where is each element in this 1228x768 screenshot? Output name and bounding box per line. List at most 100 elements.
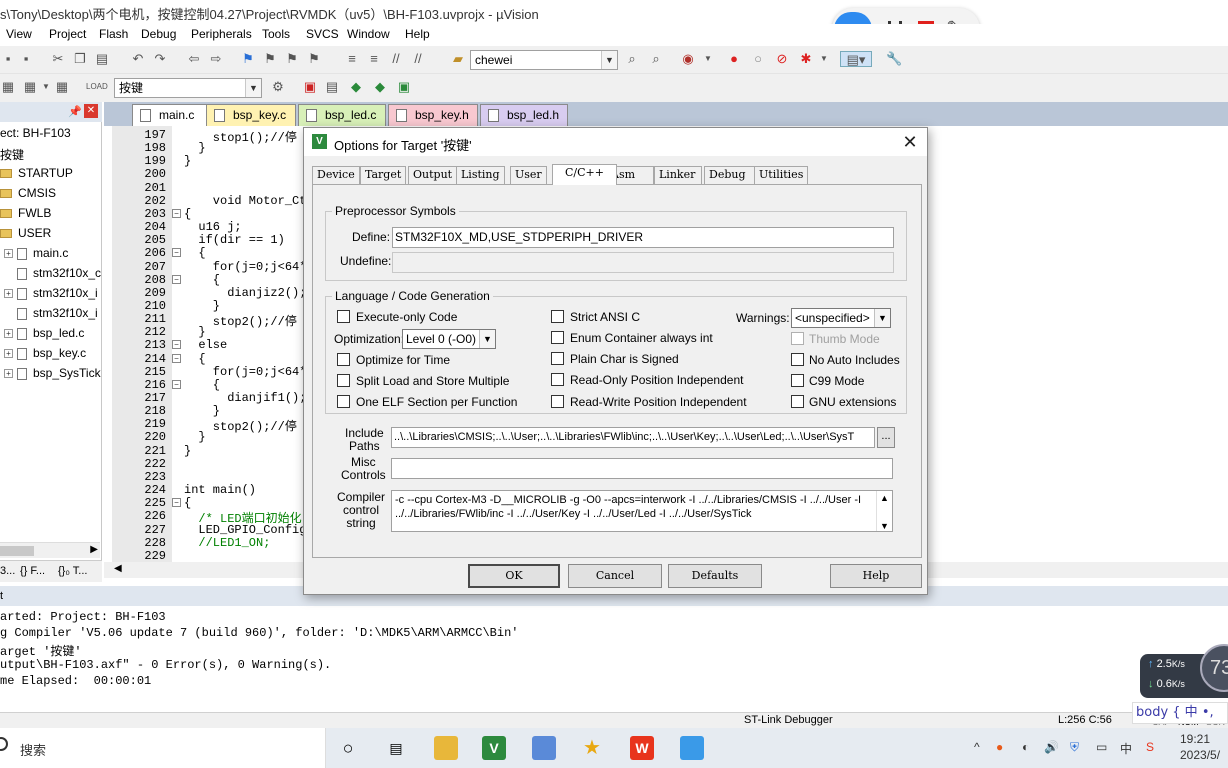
group-cmsis[interactable]: CMSIS: [0, 186, 56, 200]
prev-bookmark-icon[interactable]: ⚑: [262, 51, 278, 67]
build-icon[interactable]: ▦: [22, 79, 38, 95]
copy-icon[interactable]: ❐: [72, 51, 88, 67]
rebuild-icon[interactable]: ▦: [54, 79, 70, 95]
find-in-files-icon[interactable]: ▰: [450, 51, 466, 67]
tab-utilities[interactable]: Utilities: [754, 166, 809, 184]
optimization-select[interactable]: Level 0 (-O0) ▼: [402, 329, 496, 349]
execute-only-checkbox[interactable]: [337, 310, 350, 323]
app-icon[interactable]: [532, 736, 556, 760]
find-combo[interactable]: chewei ▼: [470, 50, 618, 70]
file-explorer-icon[interactable]: [434, 736, 458, 760]
volume-icon[interactable]: 🔊: [1044, 740, 1059, 754]
chevron-down-icon[interactable]: ▼: [245, 79, 261, 97]
browse-include-button[interactable]: ...: [877, 427, 895, 448]
tab-user[interactable]: User: [510, 166, 547, 184]
warnings-select[interactable]: <unspecified> ▼: [791, 308, 891, 328]
chevron-down-icon[interactable]: ▼: [700, 51, 716, 67]
debug-session-icon[interactable]: ◉: [680, 51, 696, 67]
pack-installer-icon[interactable]: ◆: [348, 79, 364, 95]
group-startup[interactable]: STARTUP: [0, 166, 73, 180]
menu-flash[interactable]: Flash: [99, 27, 128, 41]
close-icon[interactable]: ✕: [84, 104, 98, 118]
compiler-control-string[interactable]: -c --cpu Cortex-M3 -D__MICROLIB -g -O0 -…: [391, 490, 893, 532]
help-button[interactable]: Help: [830, 564, 922, 588]
qq-icon[interactable]: ◐: [1022, 740, 1029, 754]
back-icon[interactable]: ⇦: [186, 51, 202, 67]
target-node[interactable]: 按键: [0, 146, 24, 163]
project-hscrollbar[interactable]: ▶: [0, 542, 100, 558]
forward-icon[interactable]: ⇨: [208, 51, 224, 67]
one-elf-checkbox[interactable]: [337, 395, 350, 408]
input-method-icon[interactable]: S: [1146, 740, 1154, 754]
save-icon[interactable]: ▪: [0, 51, 16, 67]
menu-window[interactable]: Window: [347, 27, 390, 41]
include-paths-input[interactable]: ..\..\Libraries\CMSIS;..\..\User;..\..\L…: [391, 427, 875, 448]
chevron-up-icon[interactable]: ^: [974, 740, 980, 754]
unindent-icon[interactable]: ≡: [366, 51, 382, 67]
widgets-icon[interactable]: ▤: [384, 736, 408, 760]
task-view-icon[interactable]: ○: [336, 736, 360, 760]
strict-ansi-checkbox[interactable]: [551, 310, 564, 323]
wps-icon[interactable]: W: [630, 736, 654, 760]
file-main-c[interactable]: + main.c: [4, 246, 68, 260]
menu-peripherals[interactable]: Peripherals: [191, 27, 252, 41]
fold-icon[interactable]: −: [172, 379, 181, 389]
clock[interactable]: 19:21 2023/5/: [1180, 731, 1220, 763]
file-bsp-key-c[interactable]: + bsp_key.c: [4, 346, 86, 360]
fold-icon[interactable]: −: [172, 353, 181, 363]
comment-icon[interactable]: //: [388, 51, 404, 67]
project-root[interactable]: ect: BH-F103: [0, 126, 71, 140]
next-bookmark-icon[interactable]: ⚑: [284, 51, 300, 67]
fold-icon[interactable]: −: [172, 208, 181, 218]
close-icon[interactable]: ✕: [899, 131, 921, 153]
scroll-thumb[interactable]: [0, 546, 34, 556]
expand-icon[interactable]: +: [4, 329, 13, 339]
select-packs-icon[interactable]: ◆: [372, 79, 388, 95]
gnu-ext-checkbox[interactable]: [791, 395, 804, 408]
bookmark-icon[interactable]: ⚑: [240, 51, 256, 67]
scroll-right-icon[interactable]: ▶: [90, 544, 98, 555]
uncomment-icon[interactable]: //: [410, 51, 426, 67]
load-icon[interactable]: LOAD: [86, 79, 108, 95]
chevron-up-icon[interactable]: ▲: [880, 493, 889, 503]
target-combo[interactable]: 按键 ▼: [114, 78, 262, 98]
keil-uvision-icon[interactable]: V: [482, 736, 506, 760]
tray-app-icon[interactable]: ●: [996, 740, 1003, 754]
undo-icon[interactable]: ↶: [130, 51, 146, 67]
optimize-time-checkbox[interactable]: [337, 353, 350, 366]
tab-target[interactable]: Target: [360, 166, 407, 184]
cut-icon[interactable]: ✂: [50, 51, 66, 67]
file-stm32f10x-c[interactable]: stm32f10x_c: [17, 266, 101, 280]
disable-breakpoint-icon[interactable]: ○: [750, 51, 766, 67]
expand-icon[interactable]: +: [4, 349, 13, 359]
breakpoint-icon[interactable]: ●: [726, 51, 742, 67]
tab-bsp-key-c[interactable]: bsp_key.c: [206, 104, 296, 126]
clear-bookmarks-icon[interactable]: ⚑: [306, 51, 322, 67]
expand-icon[interactable]: +: [4, 289, 13, 299]
fold-icon[interactable]: −: [172, 340, 181, 350]
star-app-icon[interactable]: ★: [580, 736, 604, 760]
file-stm32f10x-i[interactable]: + stm32f10x_i: [4, 286, 98, 300]
find-icon[interactable]: ⌕: [624, 51, 640, 67]
ime-indicator[interactable]: 中: [1120, 740, 1132, 757]
tab-bsp-led-h[interactable]: bsp_led.h: [480, 104, 568, 126]
configure-icon[interactable]: 🔧: [886, 51, 902, 67]
enum-container-checkbox[interactable]: [551, 331, 564, 344]
expand-icon[interactable]: +: [4, 369, 13, 379]
c99-mode-checkbox[interactable]: [791, 374, 804, 387]
menu-view[interactable]: View: [6, 27, 32, 41]
fold-icon[interactable]: −: [172, 248, 181, 258]
compiler-control-scrollbar[interactable]: ▲ ▼: [876, 491, 892, 531]
indent-icon[interactable]: ≡: [344, 51, 360, 67]
tab-bsp-key-h[interactable]: bsp_key.h: [388, 104, 478, 126]
undefine-input[interactable]: [392, 252, 894, 273]
define-input[interactable]: STM32F10X_MD,USE_STDPERIPH_DRIVER: [392, 227, 894, 248]
translate-icon[interactable]: ▦: [0, 79, 16, 95]
tab-c-cpp[interactable]: C/C++: [552, 164, 617, 185]
menu-help[interactable]: Help: [405, 27, 430, 41]
cancel-button[interactable]: Cancel: [568, 564, 662, 588]
chevron-down-icon[interactable]: ▼: [816, 51, 832, 67]
chevron-down-icon[interactable]: ▼: [874, 309, 890, 327]
network-icon[interactable]: ▭: [1096, 740, 1107, 754]
file-extensions-icon[interactable]: ▤: [324, 79, 340, 95]
